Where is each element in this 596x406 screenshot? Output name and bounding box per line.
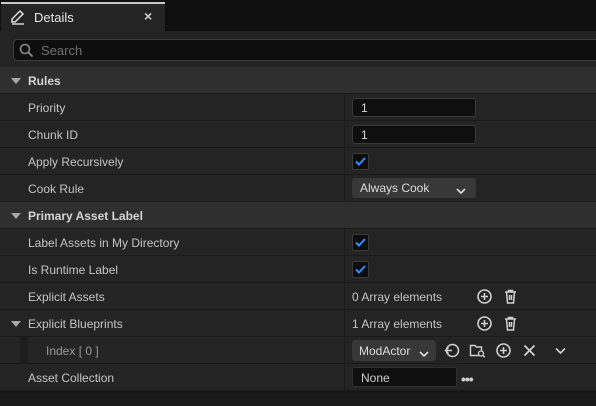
property-label: Priority: [28, 101, 66, 115]
tab-bar: Details ×: [0, 0, 596, 31]
search-icon: [19, 43, 34, 58]
collapse-arrow-icon[interactable]: [11, 321, 21, 327]
property-label: Apply Recursively: [28, 155, 124, 169]
cook-rule-dropdown[interactable]: Always Cook: [352, 178, 476, 198]
collapse-arrow-icon[interactable]: [11, 213, 21, 219]
add-icon[interactable]: [495, 342, 512, 359]
indent-guide: [20, 337, 28, 364]
column-divider[interactable]: [344, 364, 345, 391]
checkmark-icon: [355, 238, 366, 247]
tab-title: Details: [34, 10, 74, 25]
asset-collection-value: None: [361, 371, 390, 385]
column-divider[interactable]: [344, 94, 345, 121]
clear-icon[interactable]: [521, 342, 538, 359]
property-label: Explicit Blueprints: [28, 317, 123, 331]
add-element-icon[interactable]: [476, 315, 493, 332]
property-row-explicit-blueprints: Explicit Blueprints 1 Array elements: [0, 310, 596, 337]
column-divider[interactable]: [344, 229, 345, 256]
column-divider[interactable]: [344, 256, 345, 283]
property-row-index-0: Index [ 0 ] ModActor: [0, 337, 596, 364]
column-divider[interactable]: [344, 283, 345, 310]
chevron-down-icon[interactable]: [552, 342, 569, 359]
edit-details-icon: [10, 9, 26, 25]
category-primary-asset-label[interactable]: Primary Asset Label: [0, 202, 596, 229]
is-runtime-checkbox[interactable]: [352, 261, 369, 278]
dropdown-value: Always Cook: [360, 181, 430, 195]
asset-collection-field[interactable]: None: [352, 367, 457, 387]
search-input[interactable]: [41, 42, 581, 59]
property-row-cook-rule: Cook Rule Always Cook: [0, 175, 596, 202]
dropdown-value: ModActor: [359, 344, 411, 358]
chevron-down-icon: [456, 184, 466, 198]
property-label: Explicit Assets: [28, 290, 105, 304]
property-label: Chunk ID: [28, 128, 79, 142]
trash-icon[interactable]: [502, 315, 519, 332]
chunk-id-input[interactable]: [352, 125, 476, 144]
blueprint-class-dropdown[interactable]: ModActor: [352, 340, 436, 361]
trash-icon[interactable]: [502, 288, 519, 305]
property-row-apply-recursively: Apply Recursively: [0, 148, 596, 175]
checkmark-icon: [355, 157, 366, 166]
search-box: [13, 39, 596, 61]
property-label: Label Assets in My Directory: [28, 236, 180, 250]
chevron-down-icon: [419, 347, 429, 361]
use-selected-icon[interactable]: [443, 342, 460, 359]
close-tab-icon[interactable]: ×: [144, 8, 152, 24]
category-label: Primary Asset Label: [28, 209, 143, 223]
apply-recursively-checkbox[interactable]: [352, 153, 369, 170]
tab-details[interactable]: Details ×: [1, 2, 165, 31]
property-row-is-runtime: Is Runtime Label: [0, 256, 596, 283]
add-element-icon[interactable]: [476, 288, 493, 305]
column-divider[interactable]: [344, 337, 345, 364]
priority-input[interactable]: [352, 98, 476, 117]
array-count: 1 Array elements: [352, 317, 443, 331]
collapse-arrow-icon[interactable]: [11, 78, 21, 84]
property-label: Cook Rule: [28, 182, 85, 196]
property-row-asset-collection: Asset Collection None •••: [0, 364, 596, 391]
column-divider[interactable]: [344, 175, 345, 202]
property-row-explicit-assets: Explicit Assets 0 Array elements: [0, 283, 596, 310]
array-count: 0 Array elements: [352, 290, 443, 304]
browse-asset-icon[interactable]: [469, 342, 486, 359]
property-row-chunk-id: Chunk ID: [0, 121, 596, 148]
column-divider[interactable]: [344, 310, 345, 337]
label-assets-checkbox[interactable]: [352, 234, 369, 251]
property-label: Is Runtime Label: [28, 263, 119, 277]
index-label: Index [ 0 ]: [46, 344, 99, 358]
column-divider[interactable]: [344, 148, 345, 175]
property-row-priority: Priority: [0, 94, 596, 121]
category-rules[interactable]: Rules: [0, 67, 596, 94]
more-options-icon[interactable]: •••: [461, 371, 474, 387]
property-label: Asset Collection: [28, 371, 115, 385]
property-row-label-assets: Label Assets in My Directory: [0, 229, 596, 256]
category-label: Rules: [28, 74, 61, 88]
column-divider[interactable]: [344, 121, 345, 148]
checkmark-icon: [355, 265, 366, 274]
panel-bottom: [0, 393, 596, 406]
search-area: [0, 31, 596, 67]
